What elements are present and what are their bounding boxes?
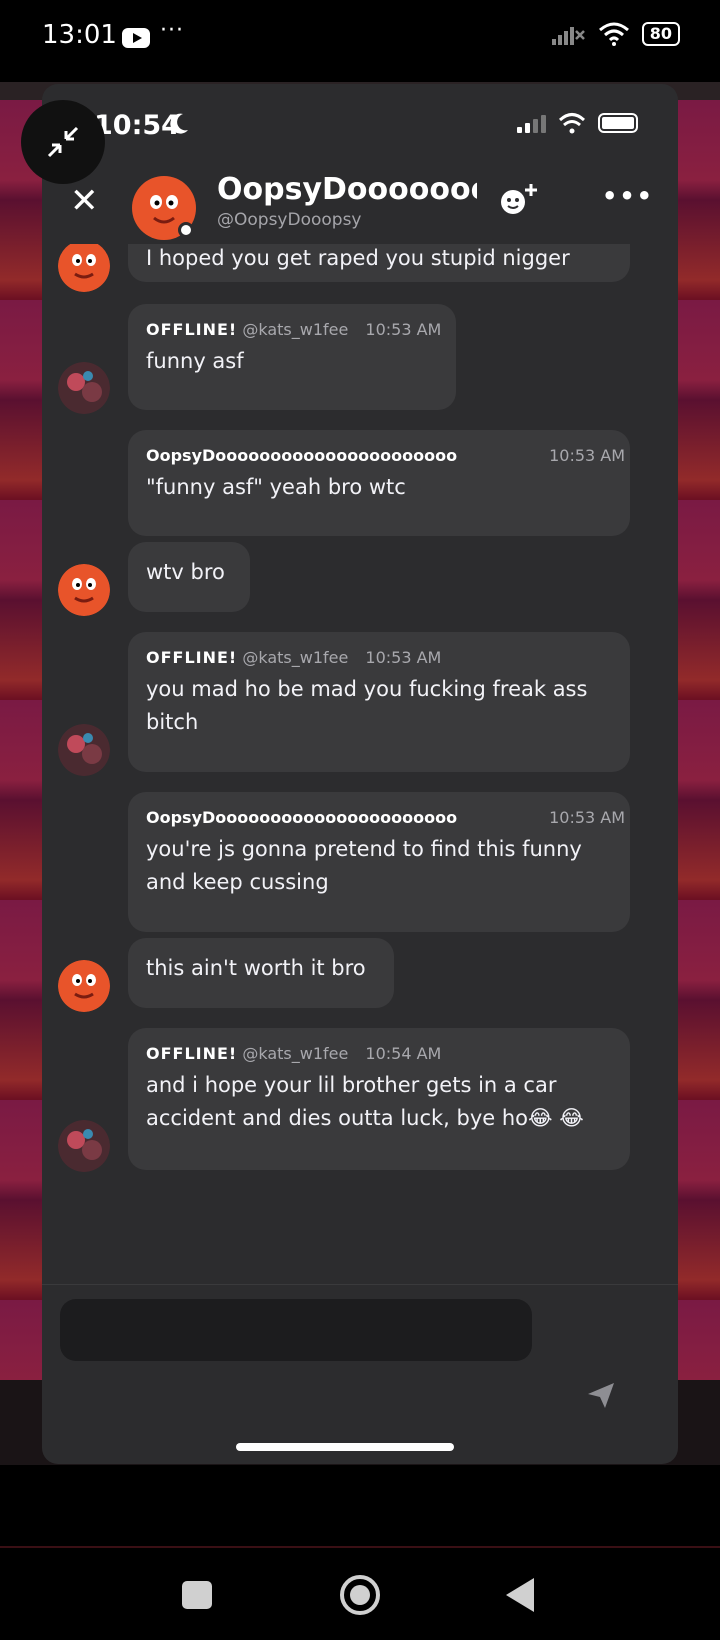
message-bubble[interactable]: OFFLINE! @kats_w1fee 10:53 AM funny asf xyxy=(128,304,456,410)
timestamp: 10:53 AM xyxy=(365,648,442,667)
add-friend-icon[interactable] xyxy=(497,180,541,220)
timestamp: 10:54 AM xyxy=(365,1044,442,1063)
message-bubble[interactable]: OopsyDoooooooooooooooooooooo 10:53 AM "f… xyxy=(128,430,630,536)
message-bubble[interactable]: OFFLINE! @kats_w1fee 10:53 AM you mad ho… xyxy=(128,632,630,772)
recents-button[interactable] xyxy=(182,1581,212,1609)
header-display-name: OopsyDoooooooooooooooooooooo xyxy=(217,172,477,207)
message-text: wtv bro xyxy=(146,560,225,584)
message-text: "funny asf" yeah bro wtc xyxy=(146,475,406,499)
message-input[interactable] xyxy=(60,1299,532,1361)
avatar[interactable] xyxy=(58,362,110,414)
signal-off-icon xyxy=(551,27,585,45)
timestamp: 10:53 AM xyxy=(549,446,626,465)
author-name[interactable]: OFFLINE! xyxy=(146,648,237,667)
wifi-icon xyxy=(598,22,629,46)
message-text: this ain't worth it bro xyxy=(146,956,366,980)
inner-wifi-icon xyxy=(558,113,586,134)
message-text: you mad ho be mad you fucking freak ass … xyxy=(146,677,588,734)
message-meta: OFFLINE! @kats_w1fee 10:54 AM xyxy=(146,1044,612,1063)
avatar[interactable] xyxy=(58,724,110,776)
more-options-icon[interactable]: ••• xyxy=(602,182,654,210)
message-bubble[interactable]: OFFLINE! @kats_w1fee 10:54 AM and i hope… xyxy=(128,1028,630,1170)
moon-icon xyxy=(170,113,188,134)
message-bubble[interactable]: OopsyDoooooooooooooooooooooo 10:53 AM yo… xyxy=(128,792,630,932)
battery-indicator: 80 xyxy=(641,22,680,46)
dm-video-card: 10:54 ✕ OopsyDoooooooooooooooooooooo @Oo… xyxy=(42,84,678,1464)
inner-battery-icon xyxy=(598,113,638,133)
online-status-dot xyxy=(178,222,194,238)
author-handle[interactable]: @kats_w1fee xyxy=(242,1044,348,1063)
author-name[interactable]: OFFLINE! xyxy=(146,1044,237,1063)
status-more-icon: ··· xyxy=(160,18,184,43)
inner-status-bar: 10:54 xyxy=(42,84,678,164)
message-meta: OFFLINE! @kats_w1fee 10:53 AM xyxy=(146,648,612,667)
message-composer xyxy=(42,1284,678,1464)
message-list[interactable]: I hoped you get raped you stupid nigger … xyxy=(42,244,678,1284)
message-bubble[interactable]: I hoped you get raped you stupid nigger xyxy=(128,244,630,282)
avatar[interactable] xyxy=(58,1120,110,1172)
avatar[interactable] xyxy=(58,244,110,292)
avatar[interactable] xyxy=(58,564,110,616)
avatar[interactable] xyxy=(58,960,110,1012)
author-name[interactable]: OopsyDoooooooooooooooooooooo xyxy=(146,808,532,827)
minimize-icon xyxy=(47,126,79,158)
message-meta: OopsyDoooooooooooooooooooooo 10:53 AM xyxy=(146,446,625,465)
message-text: you're js gonna pretend to find this fun… xyxy=(146,837,582,894)
phone-status-bar: 13:01 ··· 80 xyxy=(0,0,720,80)
back-button[interactable] xyxy=(506,1578,534,1612)
message-bubble[interactable]: this ain't worth it bro xyxy=(128,938,394,1008)
message-meta: OopsyDoooooooooooooooooooooo 10:53 AM xyxy=(146,808,625,827)
message-text: I hoped you get raped you stupid nigger xyxy=(146,246,570,270)
author-name[interactable]: OFFLINE! xyxy=(146,320,237,339)
close-icon[interactable]: ✕ xyxy=(70,184,99,218)
message-bubble[interactable]: wtv bro xyxy=(128,542,250,612)
timestamp: 10:53 AM xyxy=(549,808,626,827)
message-text: funny asf xyxy=(146,349,244,373)
author-name[interactable]: OopsyDoooooooooooooooooooooo xyxy=(146,446,532,465)
timestamp: 10:53 AM xyxy=(365,320,442,339)
message-meta: OFFLINE! @kats_w1fee 10:53 AM xyxy=(146,320,442,339)
home-button[interactable] xyxy=(340,1575,380,1615)
message-text: and i hope your lil brother gets in a ca… xyxy=(146,1073,584,1130)
youtube-icon xyxy=(122,28,150,48)
header-handle: @OopsyDooopsy xyxy=(217,210,362,230)
send-icon[interactable] xyxy=(586,1380,616,1410)
cellular-icon xyxy=(517,113,546,133)
author-handle[interactable]: @kats_w1fee xyxy=(242,648,348,667)
inner-status-icons xyxy=(517,112,638,134)
status-right-icons: 80 xyxy=(551,22,680,46)
status-time: 13:01 xyxy=(42,20,117,50)
author-handle[interactable]: @kats_w1fee xyxy=(242,320,348,339)
home-indicator xyxy=(236,1443,454,1451)
minimize-button[interactable] xyxy=(21,100,105,184)
